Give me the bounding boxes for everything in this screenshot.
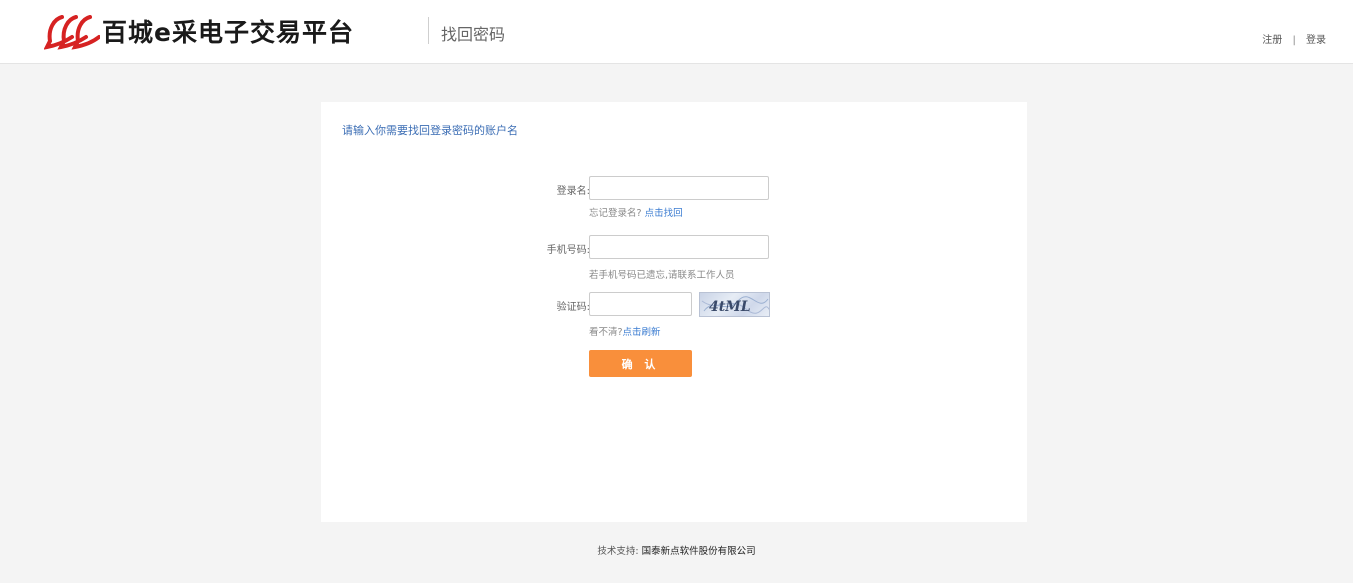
refresh-captcha-link[interactable]: 点击刷新 [623, 327, 661, 338]
login-name-input[interactable] [589, 176, 769, 200]
captcha-input[interactable] [589, 292, 692, 316]
captcha-hint: 看不清?点击刷新 [589, 324, 661, 338]
phone-input[interactable] [589, 235, 769, 259]
captcha-image-graphic: 4tML [701, 296, 769, 315]
top-links-separator: | [1292, 35, 1296, 46]
footer-company: 国泰新点软件股份有限公司 [641, 546, 756, 557]
footer-prefix: 技术支持: [597, 546, 639, 557]
header-divider [428, 17, 429, 44]
captcha-label: 验证码: [556, 302, 590, 313]
phone-label: 手机号码: [546, 245, 590, 256]
phone-hint: 若手机号码已遗忘,请联系工作人员 [589, 270, 735, 281]
login-name-hint-text: 忘记登录名? [589, 208, 642, 219]
login-link[interactable]: 登录 [1306, 35, 1326, 46]
confirm-button[interactable]: 确 认 [589, 350, 692, 377]
form-title: 请输入你需要找回登录密码的账户名 [342, 124, 518, 137]
logo[interactable]: 百城e采电子交易平台 [44, 11, 354, 51]
login-name-hint: 忘记登录名? 点击找回 [589, 205, 683, 219]
logo-text: 百城e采电子交易平台 [102, 18, 354, 47]
top-links: 注册 | 登录 [1262, 31, 1326, 46]
captcha-text: 4tML [709, 299, 751, 315]
page-title: 找回密码 [441, 25, 506, 44]
register-link[interactable]: 注册 [1262, 35, 1282, 46]
recover-login-name-link[interactable]: 点击找回 [645, 208, 683, 219]
header: 百城e采电子交易平台 找回密码 注册 | 登录 [0, 0, 1353, 64]
login-name-label: 登录名: [556, 186, 590, 197]
captcha-hint-text: 看不清? [589, 327, 623, 338]
recover-password-card: 请输入你需要找回登录密码的账户名 登录名: 忘记登录名? 点击找回 手机号码: … [321, 102, 1027, 522]
captcha-image[interactable]: 4tML [699, 292, 770, 317]
footer: 技术支持: 国泰新点软件股份有限公司 [0, 543, 1353, 557]
logo-icon [44, 15, 100, 50]
